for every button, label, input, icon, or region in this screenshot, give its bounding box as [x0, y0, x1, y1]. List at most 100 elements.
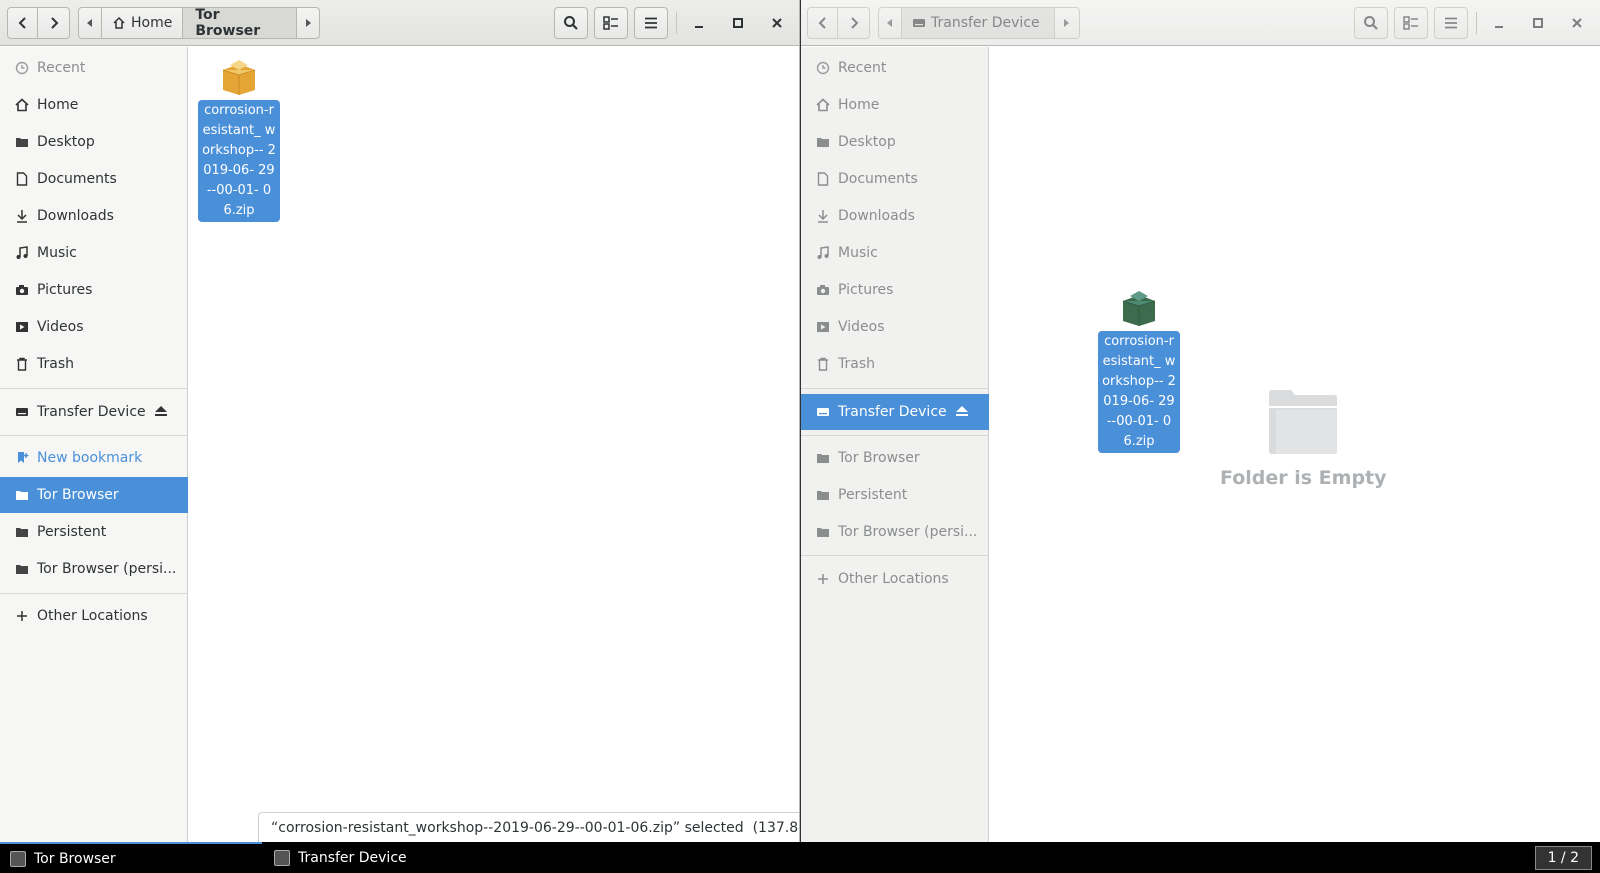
breadcrumb-scroll-left[interactable] [879, 8, 902, 38]
sidebar-item-tor-browser-persistent[interactable]: Tor Browser (persi... [801, 514, 989, 550]
sidebar-item-pictures[interactable]: Pictures [0, 272, 188, 308]
menu-button[interactable] [1434, 7, 1468, 39]
sidebar-item-desktop[interactable]: Desktop [0, 124, 188, 160]
sidebar-item-music[interactable]: Music [801, 235, 989, 271]
task-transfer-device[interactable]: Transfer Device [264, 842, 524, 873]
sidebar-item-tor-browser[interactable]: Tor Browser [801, 440, 989, 476]
search-icon [564, 16, 578, 30]
sidebar-item-recent[interactable]: Recent [0, 50, 188, 86]
sidebar-item-recent[interactable]: Recent [801, 50, 989, 86]
sidebar-item-label: Videos [37, 319, 84, 335]
sidebar-item-downloads[interactable]: Downloads [801, 198, 989, 234]
sidebar-item-new-bookmark[interactable]: New bookmark [0, 440, 188, 476]
folder-icon [15, 488, 29, 502]
sidebar-item-tor-browser-persistent[interactable]: Tor Browser (persi... [0, 551, 188, 587]
view-toggle-button[interactable] [1394, 7, 1428, 39]
close-button[interactable] [761, 7, 793, 39]
sidebar-item-home[interactable]: Home [801, 87, 989, 123]
view-toggle-button[interactable] [594, 7, 628, 39]
archive-package-icon [222, 60, 256, 95]
search-button[interactable] [554, 7, 588, 39]
sidebar-item-label: Downloads [838, 208, 915, 224]
list-view-icon [1403, 16, 1418, 30]
search-button[interactable] [1354, 7, 1388, 39]
breadcrumb-home[interactable]: Home [102, 8, 184, 38]
triangle-right-icon [306, 19, 311, 27]
sidebar-item-other-locations[interactable]: Other Locations [801, 561, 989, 597]
sidebar-item-home[interactable]: Home [0, 87, 188, 123]
breadcrumb-tor-browser[interactable]: Tor Browser [183, 8, 297, 38]
sidebar-item-label: Pictures [37, 282, 93, 298]
video-icon [816, 320, 830, 334]
sidebar-item-persistent[interactable]: Persistent [801, 477, 989, 513]
task-tor-browser[interactable]: Tor Browser [0, 842, 262, 873]
sidebar-item-documents[interactable]: Documents [0, 161, 188, 197]
sidebar-item-videos[interactable]: Videos [0, 309, 188, 345]
sidebar-item-transfer-device[interactable]: Transfer Device [801, 394, 989, 430]
file-item-zip[interactable]: corrosion-resistant_ workshop-- 2019-06-… [198, 56, 280, 222]
eject-icon[interactable] [955, 405, 969, 421]
minimize-button[interactable] [1483, 7, 1515, 39]
sidebar-item-label: Recent [838, 60, 887, 76]
back-button[interactable] [7, 7, 38, 39]
triangle-right-icon [1063, 19, 1069, 27]
empty-folder-text: Folder is Empty [1220, 467, 1387, 489]
breadcrumb-scroll-left[interactable] [79, 8, 102, 38]
minimize-button[interactable] [683, 7, 715, 39]
file-view[interactable]: corrosion-resistant_ workshop-- 2019-06-… [189, 47, 799, 842]
file-view[interactable]: Folder is Empty corrosion-resistant_ wor… [990, 47, 1600, 842]
status-text: “corrosion-resistant_workshop--2019-06-2… [271, 819, 800, 836]
clock-icon [15, 61, 29, 75]
minimize-icon [1495, 26, 1503, 28]
search-icon [1364, 16, 1378, 30]
sidebar-separator [0, 435, 188, 436]
video-icon [15, 320, 29, 334]
sidebar-item-label: Pictures [838, 282, 894, 298]
breadcrumb-transfer-device[interactable]: Transfer Device [902, 8, 1055, 38]
workspace-label: 1 / 2 [1547, 850, 1579, 866]
sidebar-item-music[interactable]: Music [0, 235, 188, 271]
bookmark-new-icon [15, 451, 29, 465]
sidebar-item-documents[interactable]: Documents [801, 161, 989, 197]
breadcrumb: Transfer Device [878, 7, 1080, 39]
sidebar-item-label: Persistent [838, 487, 908, 503]
sidebar-item-label: Other Locations [838, 571, 949, 587]
maximize-icon [1533, 18, 1543, 28]
back-button[interactable] [807, 7, 838, 39]
document-icon [816, 172, 830, 186]
sidebar-item-pictures[interactable]: Pictures [801, 272, 989, 308]
breadcrumb-scroll-right[interactable] [1055, 8, 1077, 38]
sidebar-item-label: Documents [838, 171, 918, 187]
forward-button[interactable] [838, 7, 870, 39]
sidebar-item-transfer-device[interactable]: Transfer Device [0, 394, 188, 430]
breadcrumb-scroll-right[interactable] [297, 8, 319, 38]
folder-icon [15, 525, 29, 539]
header-separator [676, 12, 677, 34]
drive-icon [816, 405, 830, 419]
sidebar-item-downloads[interactable]: Downloads [0, 198, 188, 234]
menu-button[interactable] [634, 7, 668, 39]
maximize-button[interactable] [1522, 7, 1554, 39]
forward-button[interactable] [38, 7, 70, 39]
maximize-button[interactable] [722, 7, 754, 39]
sidebar-item-videos[interactable]: Videos [801, 309, 989, 345]
sidebar: Recent Home Desktop Documents Downloads … [0, 47, 188, 842]
drive-icon [913, 19, 925, 27]
sidebar-separator [801, 555, 989, 556]
chevron-left-icon [818, 17, 826, 29]
file-item-zip-dragged[interactable]: corrosion-resistant_ workshop-- 2019-06-… [1098, 287, 1180, 453]
header-bar: Home Tor Browser [0, 0, 799, 46]
sidebar-item-label: Transfer Device [838, 404, 947, 420]
eject-icon[interactable] [154, 405, 168, 421]
sidebar-item-label: Tor Browser [37, 487, 119, 503]
sidebar-item-trash[interactable]: Trash [801, 346, 989, 382]
sidebar-item-trash[interactable]: Trash [0, 346, 188, 382]
sidebar-item-desktop[interactable]: Desktop [801, 124, 989, 160]
sidebar-item-persistent[interactable]: Persistent [0, 514, 188, 550]
camera-icon [816, 283, 830, 297]
close-button[interactable] [1561, 7, 1593, 39]
workspace-switcher[interactable]: 1 / 2 [1534, 846, 1592, 870]
sidebar-item-other-locations[interactable]: Other Locations [0, 598, 188, 634]
plus-icon [15, 609, 29, 623]
sidebar-item-tor-browser[interactable]: Tor Browser [0, 477, 188, 513]
